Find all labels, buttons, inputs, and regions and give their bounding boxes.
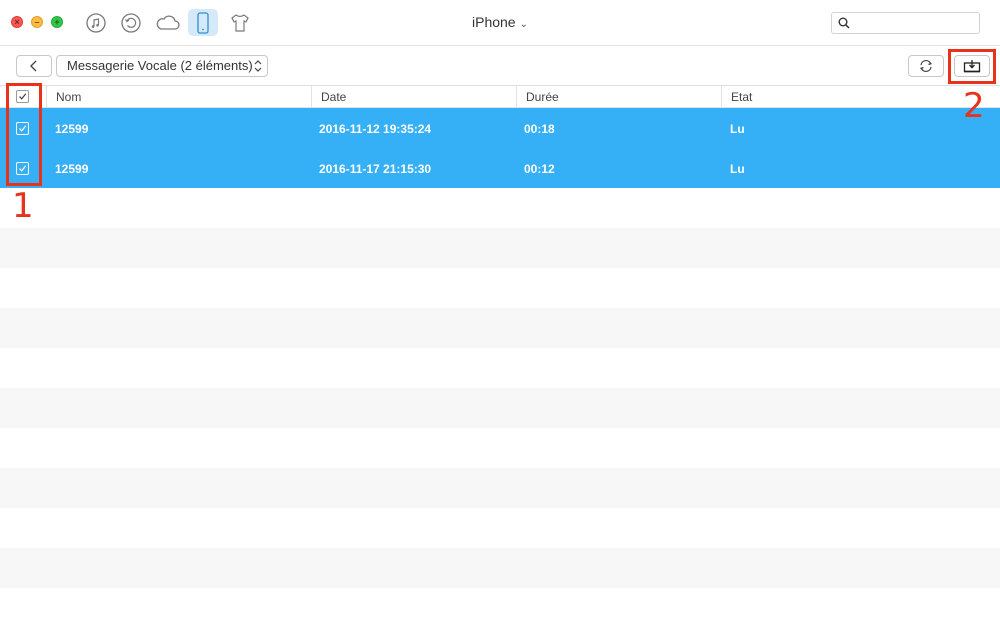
column-header-etat[interactable]: Etat	[721, 86, 1000, 108]
empty-row	[0, 308, 1000, 348]
table-row[interactable]: 12599 2016-11-12 19:35:24 00:18 Lu	[0, 108, 1000, 148]
cell-duree: 00:18	[524, 122, 555, 136]
maximize-window-button[interactable]: +	[51, 16, 63, 28]
annotation-label-2: 2	[963, 86, 985, 126]
column-header-nom[interactable]: Nom	[46, 86, 311, 108]
cell-date: 2016-11-17 21:15:30	[319, 162, 432, 176]
search-input[interactable]	[831, 12, 980, 34]
music-icon[interactable]	[81, 9, 111, 36]
restore-icon[interactable]	[116, 9, 146, 36]
voicemail-table: 12599 2016-11-12 19:35:24 00:18 Lu 12599…	[0, 108, 1000, 621]
title-bar: × – + iPhone ⌄	[0, 0, 1000, 46]
search-icon	[838, 17, 850, 29]
chevron-left-icon	[30, 60, 37, 72]
empty-row	[0, 388, 1000, 428]
cloud-icon[interactable]	[153, 9, 183, 36]
annotation-box-export	[948, 49, 996, 84]
refresh-button[interactable]	[908, 55, 944, 77]
column-header-date[interactable]: Date	[311, 86, 516, 108]
shirt-icon[interactable]	[225, 9, 255, 36]
phone-icon[interactable]	[188, 9, 218, 36]
category-select[interactable]: Messagerie Vocale (2 éléments)	[56, 55, 268, 77]
empty-row	[0, 548, 1000, 588]
column-header-duree[interactable]: Durée	[516, 86, 721, 108]
back-button[interactable]	[16, 55, 52, 77]
table-row[interactable]: 12599 2016-11-17 21:15:30 00:12 Lu	[0, 148, 1000, 188]
cell-nom: 12599	[55, 162, 89, 176]
table-header: Nom Date Durée Etat	[0, 86, 1000, 108]
chevron-down-icon: ⌄	[519, 19, 528, 30]
content-toolbar: Messagerie Vocale (2 éléments)	[0, 46, 1000, 86]
cell-etat: Lu	[730, 162, 745, 176]
category-label: Messagerie Vocale (2 éléments)	[67, 58, 253, 73]
cell-date: 2016-11-12 19:35:24	[319, 122, 432, 136]
annotation-label-1: 1	[12, 186, 34, 226]
close-window-button[interactable]: ×	[11, 16, 23, 28]
cell-etat: Lu	[730, 122, 745, 136]
annotation-box-checkboxes	[6, 83, 42, 186]
minimize-window-button[interactable]: –	[31, 16, 43, 28]
cell-nom: 12599	[55, 122, 89, 136]
empty-row	[0, 468, 1000, 508]
device-name: iPhone	[472, 14, 516, 30]
cell-duree: 00:12	[524, 162, 555, 176]
device-selector[interactable]: iPhone ⌄	[400, 14, 600, 30]
refresh-icon	[919, 60, 933, 72]
empty-row	[0, 228, 1000, 268]
up-down-arrows-icon	[254, 60, 262, 72]
